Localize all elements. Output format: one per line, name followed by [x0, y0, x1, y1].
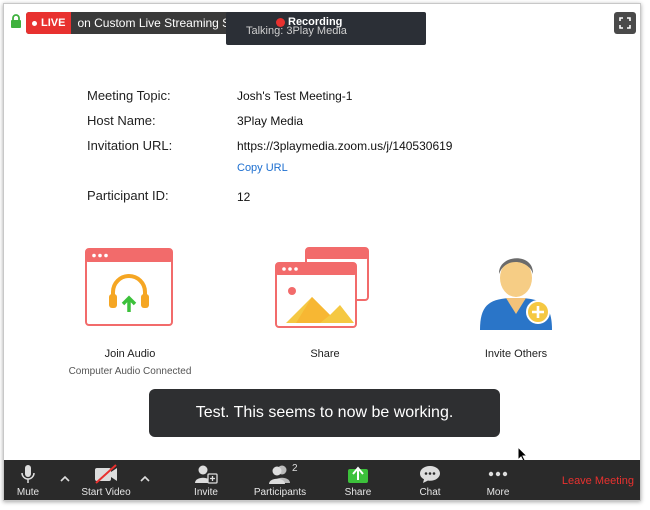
invitation-url-label: Invitation URL: [87, 138, 173, 153]
chevron-up-icon[interactable] [140, 474, 150, 484]
fullscreen-button[interactable] [614, 12, 636, 34]
meeting-topic-value: Josh's Test Meeting-1 [237, 89, 353, 103]
invitation-url-value: https://3playmedia.zoom.us/j/140530619 [237, 139, 453, 153]
leave-meeting-button[interactable]: Leave Meeting [562, 475, 634, 487]
join-audio-button[interactable] [85, 248, 173, 326]
participant-id-value: 12 [237, 190, 251, 204]
chat-icon [420, 466, 440, 483]
invite-others-label: Invite Others [484, 348, 548, 360]
caption-toast: Test. This seems to now be working. [149, 389, 500, 437]
host-name-value: 3Play Media [237, 114, 304, 128]
meeting-topic-label: Meeting Topic: [87, 88, 171, 103]
mute-button[interactable]: Mute [10, 460, 46, 500]
share-button[interactable]: Share [340, 460, 376, 500]
add-user-icon [480, 258, 552, 330]
microphone-icon [21, 465, 35, 483]
participants-count: 2 [292, 463, 298, 474]
live-label: LIVE [41, 17, 66, 29]
participants-button[interactable]: 2 Participants [250, 460, 310, 500]
more-icon [488, 471, 508, 477]
active-speaker-bar: Recording Talking: 3Play Media [226, 12, 426, 45]
copy-url-link[interactable]: Copy URL [237, 162, 288, 174]
participant-id-label: Participant ID: [87, 188, 169, 203]
share-screen-icon [348, 466, 368, 483]
start-video-button[interactable]: Start Video [78, 460, 134, 500]
invite-button[interactable]: Invite [186, 460, 226, 500]
host-name-label: Host Name: [87, 113, 156, 128]
chat-button[interactable]: Chat [412, 460, 448, 500]
talking-label: Talking: 3Play Media [246, 25, 347, 37]
chevron-up-icon[interactable] [60, 474, 70, 484]
participants-icon [269, 465, 290, 484]
audio-status-label: Computer Audio Connected [68, 366, 192, 377]
meeting-toolbar: Mute Start Video Invite 2 Participants S… [4, 460, 640, 500]
join-audio-label: Join Audio [104, 348, 156, 360]
video-off-icon [95, 464, 117, 484]
share-label: Share [310, 348, 340, 360]
expand-icon [619, 17, 631, 29]
zoom-meeting-window: LIVE on Custom Live Streaming Service ▼ … [3, 3, 641, 501]
add-user-icon [195, 465, 218, 484]
share-screen-button[interactable] [274, 247, 370, 329]
more-button[interactable]: More [480, 460, 516, 500]
invite-others-button[interactable] [476, 244, 556, 332]
lock-icon [11, 14, 21, 28]
